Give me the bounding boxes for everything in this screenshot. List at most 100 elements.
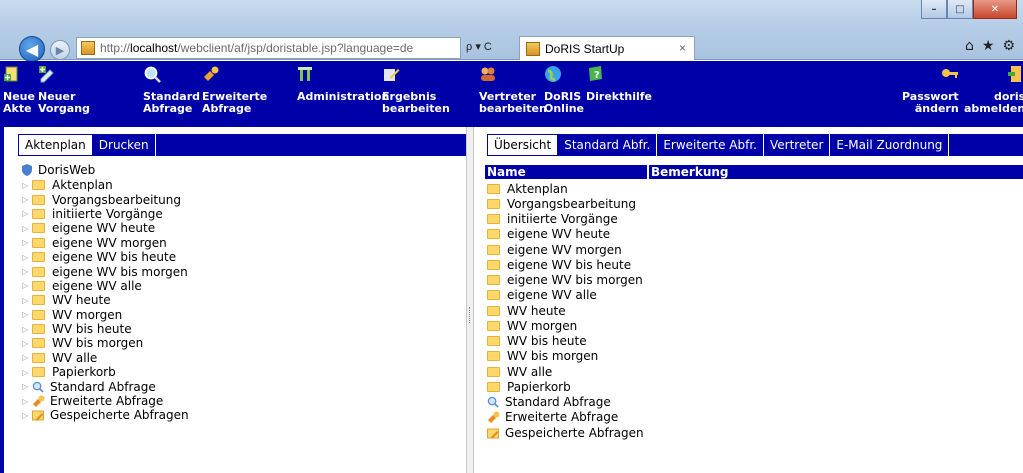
home-icon[interactable]: ⌂ bbox=[965, 38, 974, 54]
tab-email-zuordnung[interactable]: E-Mail Zuordnung bbox=[830, 134, 950, 156]
svg-text:?: ? bbox=[594, 70, 600, 81]
table-row[interactable]: Standard Abfrage bbox=[487, 395, 644, 410]
expand-triangle-icon[interactable]: ▷ bbox=[22, 181, 32, 190]
browser-top-icons: ⌂ ★ ⚙ bbox=[965, 38, 1015, 54]
toolbar-standard-query[interactable]: Standard Abfrage bbox=[143, 65, 200, 115]
table-row[interactable]: WV bis morgen bbox=[487, 349, 644, 364]
tree-item[interactable]: ▷ Gespeicherte Abfragen bbox=[22, 408, 189, 422]
table-row[interactable]: WV bis heute bbox=[487, 334, 644, 349]
table-row[interactable]: eigene WV bis morgen bbox=[487, 273, 644, 288]
maximize-button[interactable]: □ bbox=[947, 0, 973, 19]
address-tools[interactable]: ρ ▾ C bbox=[466, 40, 492, 53]
expand-triangle-icon[interactable]: ▷ bbox=[22, 224, 32, 233]
expand-triangle-icon[interactable]: ▷ bbox=[22, 267, 32, 276]
table-row[interactable]: Gespeicherte Abfragen bbox=[487, 425, 644, 440]
browser-tab[interactable]: DoRIS StartUp × bbox=[519, 36, 695, 60]
table-row[interactable]: WV morgen bbox=[487, 318, 644, 333]
minimize-button[interactable]: – bbox=[921, 0, 947, 19]
expand-triangle-icon[interactable]: ▷ bbox=[22, 296, 32, 305]
column-header-bemerkung[interactable]: Bemerkung bbox=[649, 165, 729, 179]
tree-item[interactable]: ▷ Vorgangsbearbeitung bbox=[22, 192, 189, 207]
tree-item[interactable]: ▷ Papierkorb bbox=[22, 365, 189, 379]
tab-uebersicht[interactable]: Übersicht bbox=[487, 134, 559, 156]
tree-item[interactable]: ▷ WV morgen bbox=[22, 308, 189, 322]
help-icon: ? bbox=[589, 66, 602, 81]
table-row[interactable]: eigene WV heute bbox=[487, 227, 644, 242]
close-window-button[interactable]: ✕ bbox=[973, 0, 1017, 19]
tree-item[interactable]: ▷ eigene WV bis morgen bbox=[22, 264, 189, 279]
arrow-left-icon: ◀ bbox=[25, 39, 39, 59]
tree-item[interactable]: ▷ initiierte Vorgänge bbox=[22, 207, 189, 221]
tree-item[interactable]: ▷ WV alle bbox=[22, 351, 189, 365]
expand-triangle-icon[interactable]: ▷ bbox=[22, 281, 32, 290]
toolbar-new-file[interactable]: Neue Akte bbox=[3, 65, 35, 115]
expand-triangle-icon[interactable]: ▷ bbox=[22, 325, 32, 334]
table-row[interactable]: Erweiterte Abfrage bbox=[487, 410, 644, 425]
tree-item-label: Aktenplan bbox=[52, 178, 113, 193]
users-icon bbox=[481, 67, 495, 81]
toolbar-edit-deputy[interactable]: Vertreter bearbeiten bbox=[479, 65, 547, 115]
toolbar-direct-help[interactable]: ? Direkthilfe bbox=[586, 65, 652, 103]
pane-splitter[interactable] bbox=[466, 127, 474, 473]
table-row[interactable]: initiierte Vorgänge bbox=[487, 212, 644, 227]
toolbar-extended-query[interactable]: Erweiterte Abfrage bbox=[202, 65, 267, 115]
address-bar[interactable]: http://localhost/webclient/af/jsp/dorist… bbox=[76, 37, 461, 59]
expand-triangle-icon[interactable]: ▷ bbox=[22, 238, 32, 247]
expand-triangle-icon[interactable]: ▷ bbox=[22, 253, 32, 262]
tree-item[interactable]: ▷ eigene WV morgen bbox=[22, 236, 189, 250]
tree-root[interactable]: DorisWeb bbox=[22, 163, 189, 177]
tree-item-label: WV heute bbox=[52, 293, 111, 308]
wrench-icon bbox=[204, 66, 219, 81]
tab-close-icon[interactable]: × bbox=[679, 41, 686, 55]
expand-triangle-icon[interactable]: ▷ bbox=[22, 397, 32, 406]
expand-triangle-icon[interactable]: ▷ bbox=[22, 209, 32, 218]
table-row[interactable]: WV alle bbox=[487, 364, 644, 379]
toolbar-edit-result[interactable]: Ergebnis bearbeiten bbox=[382, 65, 450, 115]
toolbar-administration[interactable]: Administration bbox=[297, 65, 389, 103]
table-row[interactable]: Vorgangsbearbeitung bbox=[487, 196, 644, 211]
toolbar-change-password[interactable]: Passwort ändern bbox=[902, 65, 959, 115]
tree-item[interactable]: ▷ Erweiterte Abfrage bbox=[22, 394, 189, 408]
toolbar-doris-online[interactable]: DoRIS Online bbox=[544, 65, 584, 115]
tree-item[interactable]: ▷ Aktenplan bbox=[22, 178, 189, 192]
tree-root-label: DorisWeb bbox=[38, 163, 96, 177]
toolbar-new-process[interactable]: Neuer Vorgang bbox=[38, 65, 90, 115]
folder-icon bbox=[32, 324, 45, 335]
back-button[interactable]: ◀ bbox=[19, 36, 45, 62]
expand-triangle-icon[interactable]: ▷ bbox=[22, 382, 32, 391]
folder-icon bbox=[487, 244, 500, 255]
toolbar-logout[interactable]: doris abmelden bbox=[964, 65, 1023, 115]
tree-item[interactable]: ▷ eigene WV bis heute bbox=[22, 250, 189, 264]
expand-triangle-icon[interactable]: ▷ bbox=[22, 195, 32, 204]
table-row[interactable]: eigene WV morgen bbox=[487, 242, 644, 257]
tree-item[interactable]: ▷ eigene WV alle bbox=[22, 279, 189, 293]
expand-triangle-icon[interactable]: ▷ bbox=[22, 368, 32, 377]
table-row[interactable]: Papierkorb bbox=[487, 379, 644, 394]
star-icon[interactable]: ★ bbox=[982, 38, 995, 54]
tab-standard-abfr[interactable]: Standard Abfr. bbox=[558, 134, 658, 156]
folder-icon bbox=[32, 252, 45, 263]
column-header-name[interactable]: Name bbox=[485, 165, 649, 179]
search-icon bbox=[144, 66, 161, 83]
expand-triangle-icon[interactable]: ▷ bbox=[22, 411, 32, 420]
tree-item[interactable]: ▷ Standard Abfrage bbox=[22, 379, 189, 394]
tab-drucken[interactable]: Drucken bbox=[93, 134, 156, 156]
expand-triangle-icon[interactable]: ▷ bbox=[22, 353, 32, 362]
table-row[interactable]: Aktenplan bbox=[487, 181, 644, 196]
table-row[interactable]: WV heute bbox=[487, 303, 644, 318]
forward-button[interactable]: ▶ bbox=[50, 40, 70, 60]
tree-item-label: Vorgangsbearbeitung bbox=[52, 192, 181, 207]
gear-icon[interactable]: ⚙ bbox=[1002, 38, 1015, 54]
tab-erweiterte-abfr[interactable]: Erweiterte Abfr. bbox=[657, 134, 764, 156]
tree-item[interactable]: ▷ eigene WV heute bbox=[22, 221, 189, 235]
table-row[interactable]: eigene WV alle bbox=[487, 288, 644, 303]
table-row[interactable]: eigene WV bis heute bbox=[487, 257, 644, 272]
tab-aktenplan[interactable]: Aktenplan bbox=[18, 134, 93, 156]
expand-triangle-icon[interactable]: ▷ bbox=[22, 339, 32, 348]
tab-vertreter[interactable]: Vertreter bbox=[764, 134, 831, 156]
tree-item[interactable]: ▷ WV bis heute bbox=[22, 322, 189, 336]
tree-item[interactable]: ▷ WV bis morgen bbox=[22, 336, 189, 350]
tree-item[interactable]: ▷ WV heute bbox=[22, 293, 189, 307]
expand-triangle-icon[interactable]: ▷ bbox=[22, 310, 32, 319]
window-controls: – □ ✕ bbox=[921, 0, 1017, 19]
